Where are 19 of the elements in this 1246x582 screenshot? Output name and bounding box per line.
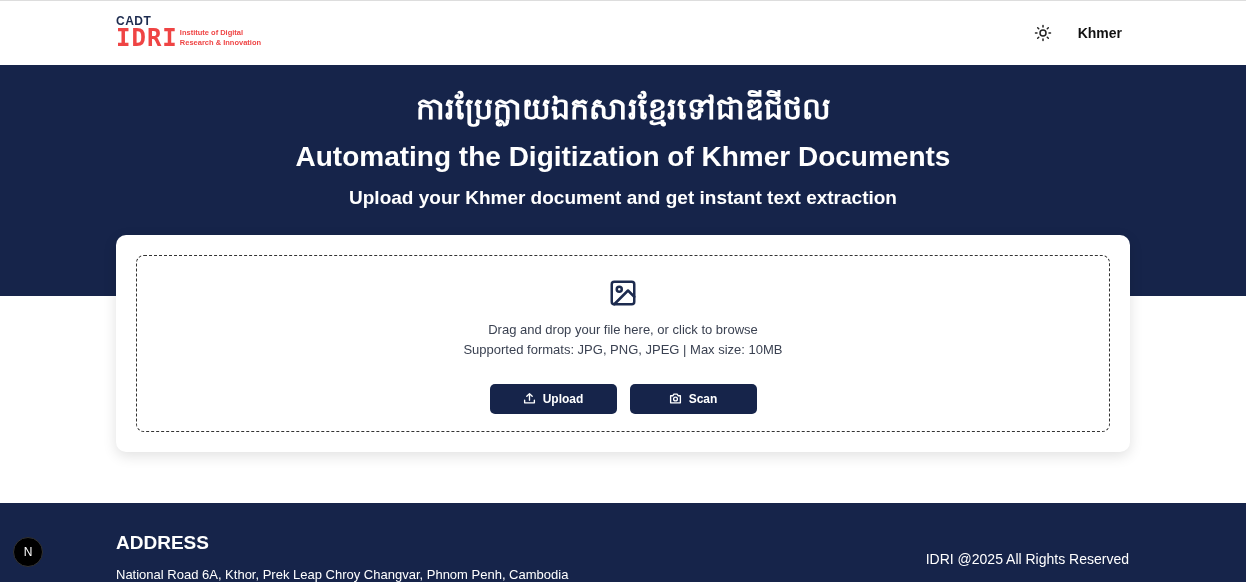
dev-tools-badge[interactable]: N (13, 537, 43, 567)
supported-formats: Supported formats: JPG, PNG, JPEG | Max size: 10MB (463, 340, 783, 359)
language-button[interactable]: Khmer (1077, 24, 1122, 41)
page-title: Automating the Digitization of Khmer Documents (295, 139, 951, 174)
file-drop-zone[interactable]: Drag and drop your file here, or click to browse Supported formats: JPG, PNG, JPEG | Max size: 10MB Upload Scan (136, 254, 1110, 432)
drop-instruction: Drag and drop your file here, or click to browse (487, 320, 759, 339)
upload-button[interactable]: Upload (489, 383, 617, 414)
logo-text: IDRI (116, 27, 178, 50)
logo-text: CADT (116, 16, 152, 28)
page-subtitle: Upload your Khmer document and get instant text extraction (349, 185, 897, 210)
sun-icon (1033, 23, 1052, 42)
scan-button[interactable]: Scan (629, 383, 757, 414)
copyright-text: IDRI @2025 All Rights Reserved (925, 551, 1129, 569)
upload-icon (522, 392, 536, 406)
theme-toggle-button[interactable] (1033, 23, 1052, 42)
khmer-title: ការប្រែក្លាយឯកសារខ្មែរទៅជាឌីជីថល (415, 89, 831, 129)
address-text: National Road 6A, Kthor, Prek Leap Chroy Changvar, Phnom Penh, Cambodia (116, 567, 569, 582)
address-heading: ADDRESS (116, 531, 210, 555)
camera-icon (668, 392, 682, 406)
